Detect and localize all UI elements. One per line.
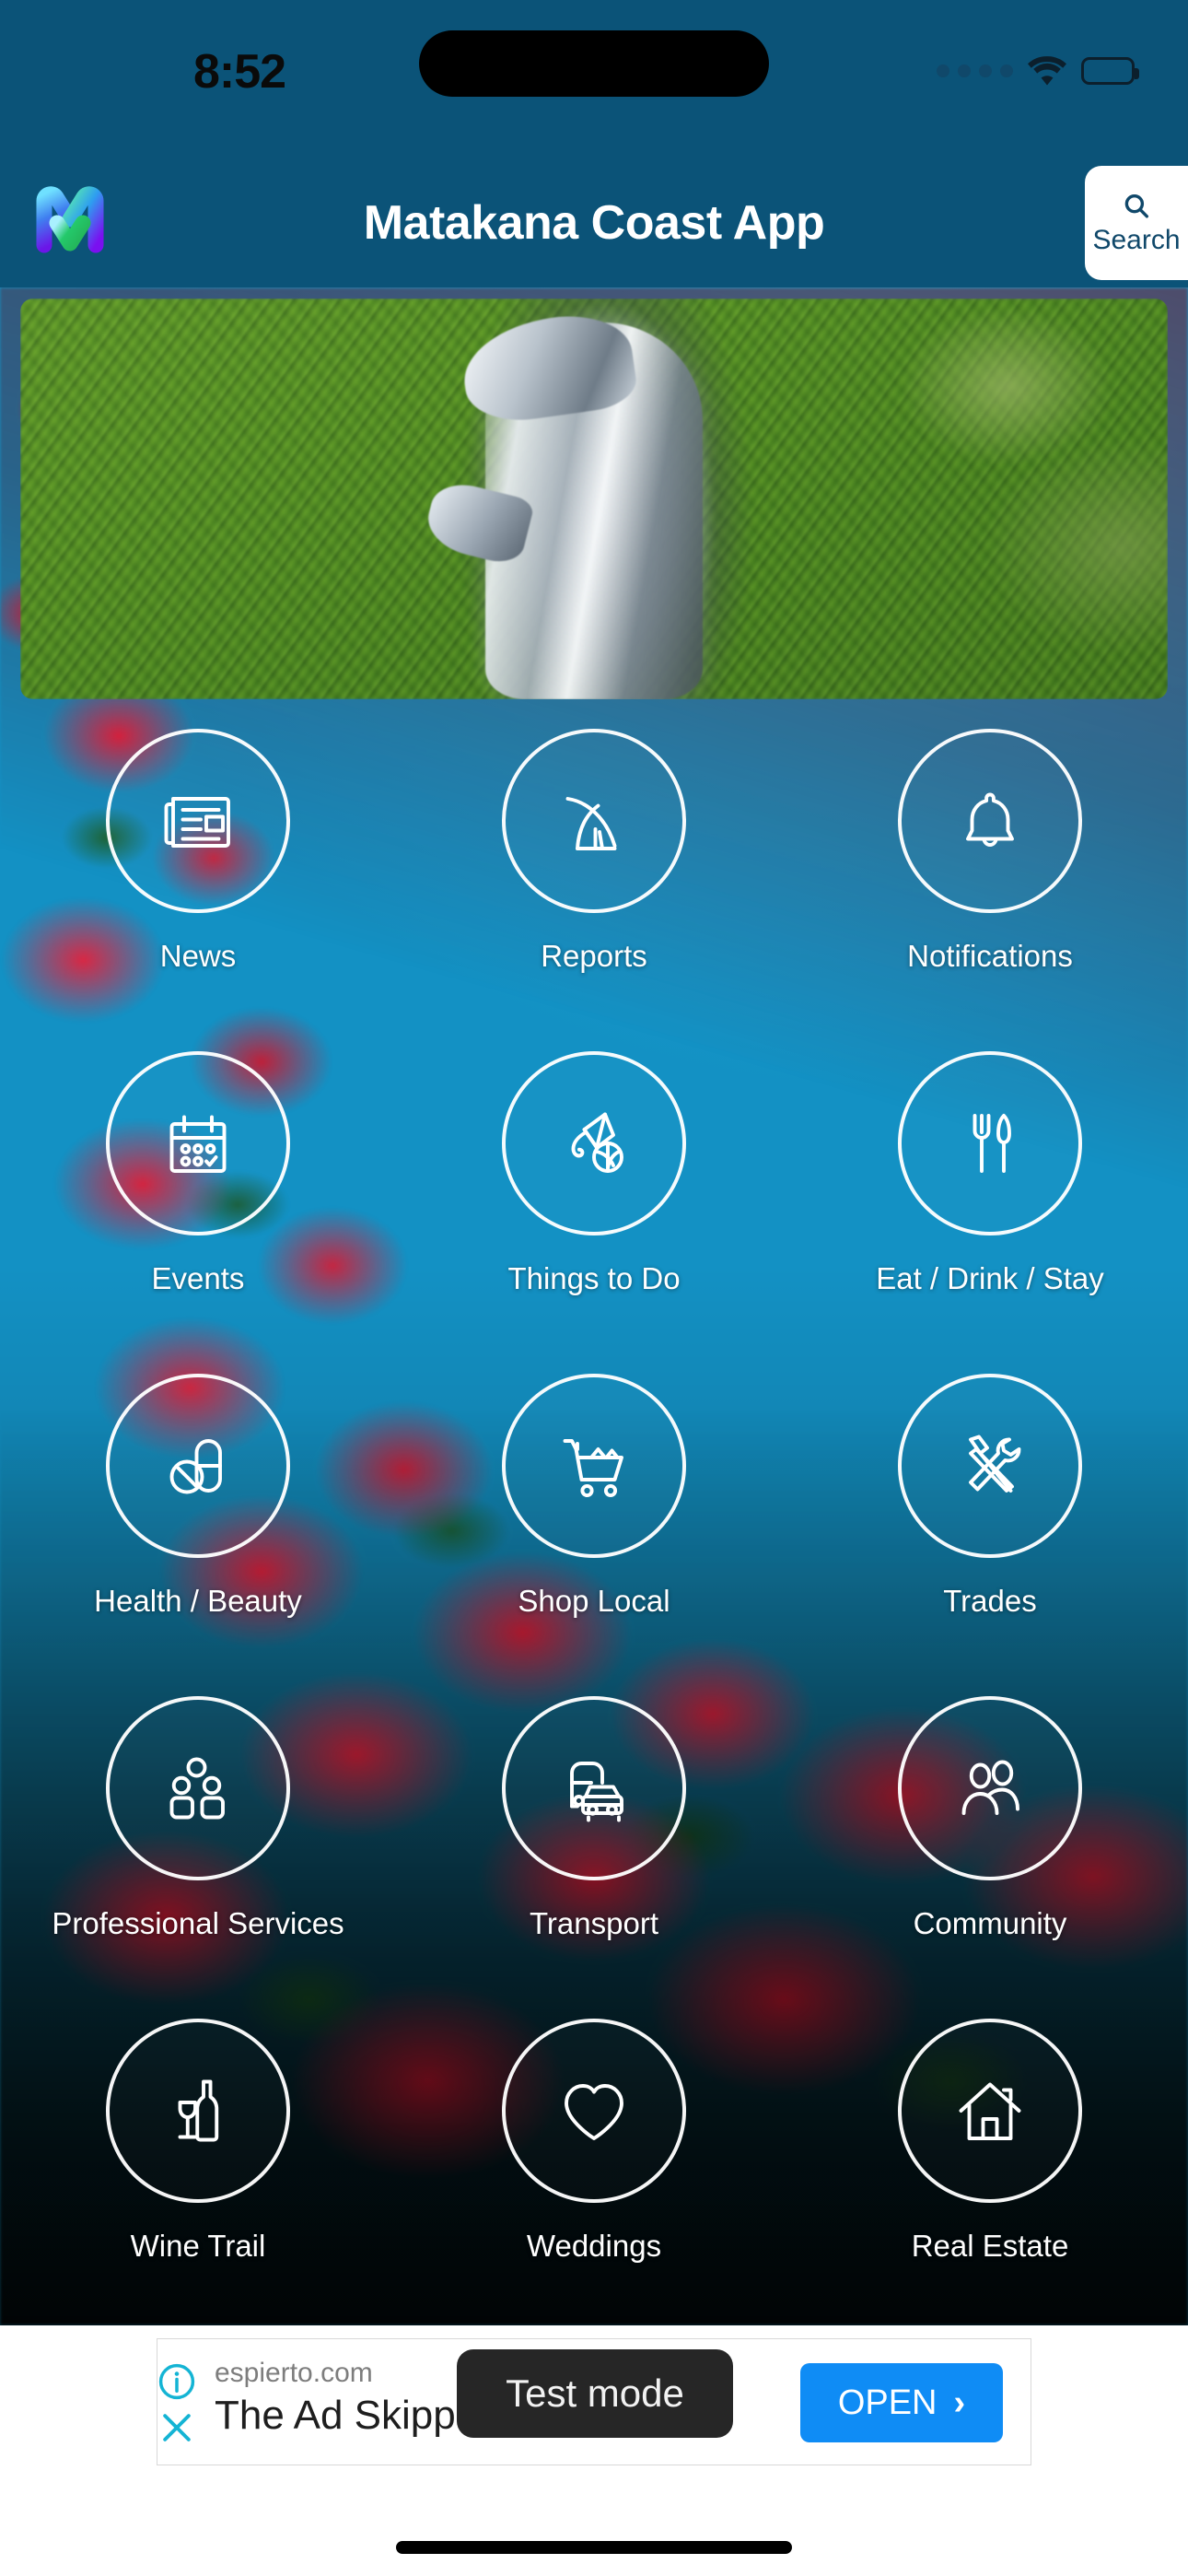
wine-bottle-glass-icon <box>106 2019 290 2203</box>
close-x-icon[interactable] <box>157 2407 197 2448</box>
grid-tile-label: Community <box>913 1906 1067 1940</box>
road-icon <box>502 729 686 913</box>
two-people-icon <box>898 1696 1082 1880</box>
grid-tile-label: Professional Services <box>52 1906 344 1940</box>
grid-tile-real-estate[interactable]: Real Estate <box>792 2010 1188 2325</box>
status-bar: 8:52 <box>0 0 1188 158</box>
home-indicator-area <box>0 2478 1188 2576</box>
grid-tile-professional-services[interactable]: Professional Services <box>0 1688 396 2010</box>
grid-tile-label: Health / Beauty <box>94 1584 302 1618</box>
grid-tile-notifications[interactable]: Notifications <box>792 720 1188 1043</box>
grid-tile-health-beauty[interactable]: Health / Beauty <box>0 1365 396 1688</box>
grid-tile-community[interactable]: Community <box>792 1688 1188 2010</box>
ad-open-label: OPEN <box>837 2383 938 2422</box>
grid-tile-label: Weddings <box>526 2229 662 2263</box>
fork-knife-icon <box>898 1051 1082 1235</box>
battery-full-icon <box>1081 57 1139 85</box>
grid-tile-label: Transport <box>530 1906 658 1940</box>
hero-banner-image[interactable] <box>20 299 1168 699</box>
ad-badges <box>148 2356 205 2453</box>
grid-tile-label: Reports <box>541 939 647 973</box>
page-title: Matakana Coast App <box>363 196 825 250</box>
grid-tile-things-to-do[interactable]: Things to Do <box>396 1043 792 1365</box>
cellular-dots-icon <box>937 64 1013 77</box>
grid-tile-wine-trail[interactable]: Wine Trail <box>0 2010 396 2325</box>
hammer-wrench-icon <box>898 1374 1082 1558</box>
shopping-cart-icon <box>502 1374 686 1558</box>
bell-icon <box>898 729 1082 913</box>
grid-tile-label: Notifications <box>907 939 1073 973</box>
grid-tile-weddings[interactable]: Weddings <box>396 2010 792 2325</box>
grid-tile-label: Events <box>151 1261 245 1295</box>
home-scroll-area[interactable]: News Reports Notifications Events Things… <box>0 287 1188 2325</box>
house-icon <box>898 2019 1082 2203</box>
grid-tile-news[interactable]: News <box>0 720 396 1043</box>
dynamic-island <box>419 30 769 97</box>
grid-tile-label: News <box>159 939 237 973</box>
car-bus-icon <box>502 1696 686 1880</box>
grid-tile-label: Eat / Drink / Stay <box>876 1261 1104 1295</box>
kite-ball-icon <box>502 1051 686 1235</box>
grid-tile-eat-drink-stay[interactable]: Eat / Drink / Stay <box>792 1043 1188 1365</box>
grid-tile-label: Things to Do <box>507 1261 681 1295</box>
grid-tile-events[interactable]: Events <box>0 1043 396 1365</box>
grid-tile-transport[interactable]: Transport <box>396 1688 792 2010</box>
newspaper-icon <box>106 729 290 913</box>
people-group-icon <box>106 1696 290 1880</box>
home-indicator[interactable] <box>396 2541 792 2554</box>
grid-tile-reports[interactable]: Reports <box>396 720 792 1043</box>
search-button-label: Search <box>1092 225 1181 255</box>
info-circle-icon[interactable] <box>157 2361 197 2402</box>
grid-tile-trades[interactable]: Trades <box>792 1365 1188 1688</box>
category-grid: News Reports Notifications Events Things… <box>0 720 1188 2325</box>
test-mode-overlay: Test mode <box>457 2349 733 2438</box>
app-header: Matakana Coast App Search <box>0 158 1188 287</box>
grid-tile-label: Shop Local <box>518 1584 670 1618</box>
status-bar-time: 8:52 <box>192 45 286 99</box>
grid-tile-shop-local[interactable]: Shop Local <box>396 1365 792 1688</box>
heart-icon <box>502 2019 686 2203</box>
grid-tile-label: Trades <box>943 1584 1037 1618</box>
pills-icon <box>106 1374 290 1558</box>
grid-tile-label: Real Estate <box>911 2229 1069 2263</box>
calendar-check-icon <box>106 1051 290 1235</box>
phone-screen: News Reports Notifications Events Things… <box>0 0 1188 2576</box>
status-bar-indicators <box>937 51 1139 91</box>
ad-open-button[interactable]: OPEN › <box>800 2363 1003 2442</box>
wifi-icon <box>1026 55 1068 87</box>
search-button[interactable]: Search <box>1085 166 1188 280</box>
search-icon <box>1121 191 1152 222</box>
chevron-right-icon: › <box>953 2383 966 2422</box>
grid-tile-label: Wine Trail <box>130 2229 266 2263</box>
hero-dinosaur-sculpture-icon <box>484 322 704 699</box>
